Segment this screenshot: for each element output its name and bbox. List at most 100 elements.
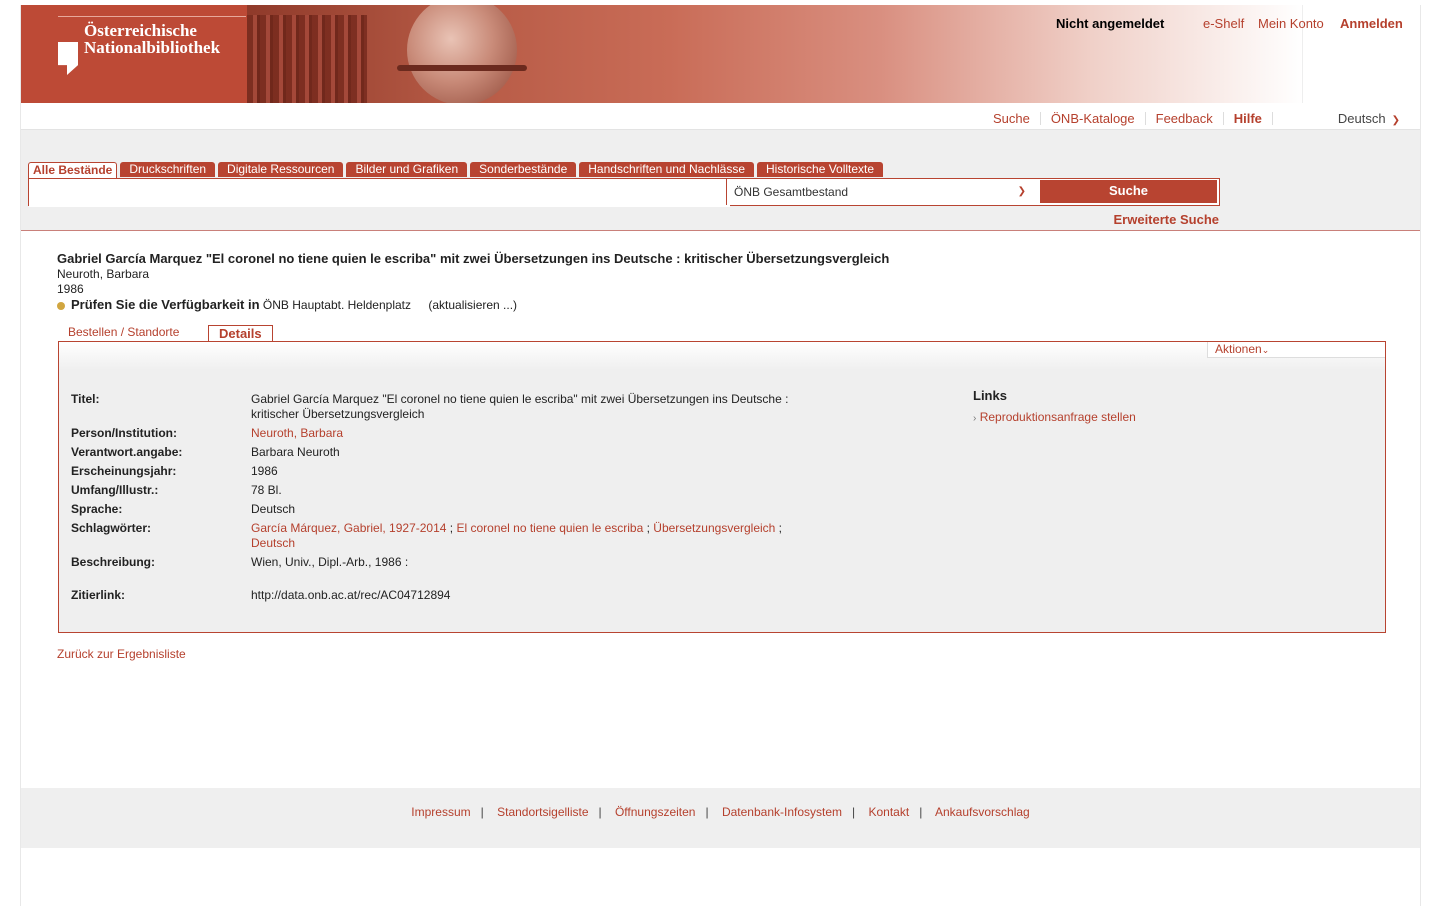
- tab-historische-volltexte[interactable]: Historische Volltexte: [757, 162, 884, 177]
- login-status: Nicht angemeldet: [1056, 16, 1165, 31]
- subject-link[interactable]: García Márquez, Gabriel, 1927-2014: [251, 521, 446, 535]
- advanced-search-link[interactable]: Erweiterte Suche: [1114, 212, 1220, 227]
- field-zitierlink: Zitierlink: http://data.onb.ac.at/rec/AC…: [71, 588, 871, 603]
- search-panel: Alle Bestände Druckschriften Digitale Re…: [21, 130, 1420, 231]
- field-label: Person/Institution:: [71, 426, 177, 440]
- record-author: Neuroth, Barbara: [57, 267, 150, 281]
- nav-help[interactable]: Hilfe: [1224, 112, 1273, 125]
- login-link[interactable]: Anmelden: [1340, 16, 1403, 31]
- footer-links: Impressum | Standortsigelliste | Öffnungsz…: [21, 805, 1420, 819]
- field-label: Beschreibung:: [71, 555, 156, 569]
- footer-kontakt[interactable]: Kontakt: [868, 805, 909, 819]
- tab-handschriften[interactable]: Handschriften und Nachlässe: [579, 162, 755, 177]
- refresh-link[interactable]: (aktualisieren ...): [428, 298, 517, 312]
- status-dot-icon: [57, 301, 65, 310]
- footer: Impressum | Standortsigelliste | Öffnungsz…: [21, 788, 1420, 848]
- search-tabs: Alle Bestände Druckschriften Digitale Re…: [28, 162, 886, 179]
- title-line-1: Gabriel García Marquez "El coronel no ti…: [251, 392, 789, 406]
- chevron-right-icon: ›: [973, 413, 977, 424]
- field-label: Zitierlink:: [71, 588, 126, 602]
- availability-label: Prüfen Sie die Verfügbarkeit in: [71, 297, 260, 312]
- top-nav: Suche ÖNB-Kataloge Feedback Hilfe Deutsc…: [983, 111, 1400, 126]
- footer-separator: |: [480, 805, 484, 819]
- field-value: 78 Bl.: [251, 483, 282, 497]
- availability: Prüfen Sie die Verfügbarkeit in ÖNB Haup…: [57, 297, 517, 312]
- chevron-down-icon: ❯: [1391, 115, 1400, 126]
- tab-digitale-ressourcen[interactable]: Digitale Ressourcen: [218, 162, 344, 177]
- footer-standortsigel[interactable]: Standortsigelliste: [497, 805, 588, 819]
- bookshelf-image: [247, 15, 367, 103]
- field-label: Sprache:: [71, 502, 123, 516]
- repro-link[interactable]: Reproduktionsanfrage stellen: [980, 410, 1136, 424]
- field-label: Titel:: [71, 392, 100, 406]
- record-year: 1986: [57, 282, 84, 296]
- availability-location: ÖNB Hauptabt. Heldenplatz: [262, 298, 411, 312]
- my-account-link[interactable]: Mein Konto: [1258, 16, 1324, 31]
- links-title: Links: [973, 388, 1007, 403]
- page: Österreichische Nationalbibliothek Nicht…: [20, 5, 1421, 906]
- field-umfang: Umfang/Illustr.: 78 Bl.: [71, 483, 871, 498]
- subject-link[interactable]: Deutsch: [251, 536, 295, 550]
- details-panel: Aktionen⌄ Titel: Gabriel García Marquez …: [58, 341, 1386, 633]
- field-sprache: Sprache: Deutsch: [71, 502, 871, 517]
- title-line-2: kritischer Übersetzungsvergleich: [251, 407, 425, 421]
- tab-bilder-grafiken[interactable]: Bilder und Grafiken: [346, 162, 468, 177]
- field-value: Deutsch: [251, 502, 296, 516]
- subject-link[interactable]: Übersetzungsvergleich: [653, 521, 775, 535]
- chevron-down-icon: ❯: [1017, 186, 1026, 197]
- nav-catalogs[interactable]: ÖNB-Kataloge: [1041, 112, 1146, 125]
- tab-details[interactable]: Details: [208, 325, 273, 341]
- footer-separator: |: [705, 805, 709, 819]
- footer-oeffnungszeiten[interactable]: Öffnungszeiten: [615, 805, 696, 819]
- logo-line-1: Österreichische: [84, 21, 197, 40]
- footer-separator: |: [919, 805, 923, 819]
- person-link[interactable]: Neuroth, Barbara: [251, 426, 343, 440]
- field-label: Umfang/Illustr.:: [71, 483, 159, 497]
- panel-header: [59, 342, 1385, 370]
- search-bar: ÖNB Gesamtbestand ❯ Suche: [28, 178, 1220, 207]
- back-to-results-link[interactable]: Zurück zur Ergebnisliste: [57, 647, 186, 661]
- tab-alle-bestaende[interactable]: Alle Bestände: [28, 162, 118, 179]
- record-title: Gabriel García Marquez "El coronel no ti…: [57, 251, 890, 266]
- language-select[interactable]: Deutsch ❯: [1338, 111, 1400, 126]
- globe-stand-image: [397, 65, 527, 71]
- tab-sonderbestaende[interactable]: Sonderbestände: [470, 162, 577, 177]
- tab-druckschriften[interactable]: Druckschriften: [120, 162, 216, 177]
- logo-rule: [58, 16, 246, 17]
- search-button[interactable]: Suche: [1040, 180, 1217, 203]
- subject-link[interactable]: El coronel no tiene quien le escriba: [456, 521, 643, 535]
- field-schlagwoerter: Schlagwörter: García Márquez, Gabriel, 1…: [71, 521, 871, 551]
- scope-value: ÖNB Gesamtbestand: [734, 185, 849, 199]
- links-section: Links › Reproduktionsanfrage stellen: [973, 388, 1136, 424]
- logo-text: Österreichische Nationalbibliothek: [84, 22, 220, 56]
- field-label: Verantwort.angabe:: [71, 445, 183, 459]
- footer-separator: |: [598, 805, 602, 819]
- field-label: Erscheinungsjahr:: [71, 464, 177, 478]
- field-value: Gabriel García Marquez "El coronel no ti…: [251, 392, 871, 422]
- onb-logo[interactable]: Österreichische Nationalbibliothek: [21, 5, 246, 103]
- field-label: Schlagwörter:: [71, 521, 152, 535]
- nav-feedback[interactable]: Feedback: [1146, 112, 1224, 125]
- field-person: Person/Institution: Neuroth, Barbara: [71, 426, 871, 441]
- actions-menu[interactable]: Aktionen⌄: [1207, 342, 1385, 358]
- field-value: 1986: [251, 464, 278, 478]
- footer-ankaufsvorschlag[interactable]: Ankaufsvorschlag: [935, 805, 1030, 819]
- footer-datenbank[interactable]: Datenbank-Infosystem: [722, 805, 842, 819]
- field-verantwortung: Verantwort.angabe: Barbara Neuroth: [71, 445, 871, 460]
- scope-select[interactable]: ÖNB Gesamtbestand ❯: [726, 179, 1038, 205]
- field-value: Wien, Univ., Dipl.-Arb., 1986 :: [251, 555, 409, 569]
- record-fields: Titel: Gabriel García Marquez "El corone…: [71, 392, 871, 607]
- field-beschreibung: Beschreibung: Wien, Univ., Dipl.-Arb., 1…: [71, 555, 871, 570]
- repro-request[interactable]: › Reproduktionsanfrage stellen: [973, 410, 1136, 424]
- search-input[interactable]: [29, 179, 730, 207]
- tab-bestellen[interactable]: Bestellen / Standorte: [68, 325, 179, 339]
- globe-image: [407, 5, 517, 103]
- eshelf-link[interactable]: e-Shelf: [1203, 16, 1244, 31]
- footer-impressum[interactable]: Impressum: [411, 805, 470, 819]
- citation-url[interactable]: http://data.onb.ac.at/rec/AC04712894: [251, 588, 871, 603]
- nav-search[interactable]: Suche: [983, 112, 1041, 125]
- language-value: Deutsch: [1337, 111, 1386, 126]
- field-jahr: Erscheinungsjahr: 1986: [71, 464, 871, 479]
- footer-separator: |: [852, 805, 856, 819]
- field-titel: Titel: Gabriel García Marquez "El corone…: [71, 392, 871, 422]
